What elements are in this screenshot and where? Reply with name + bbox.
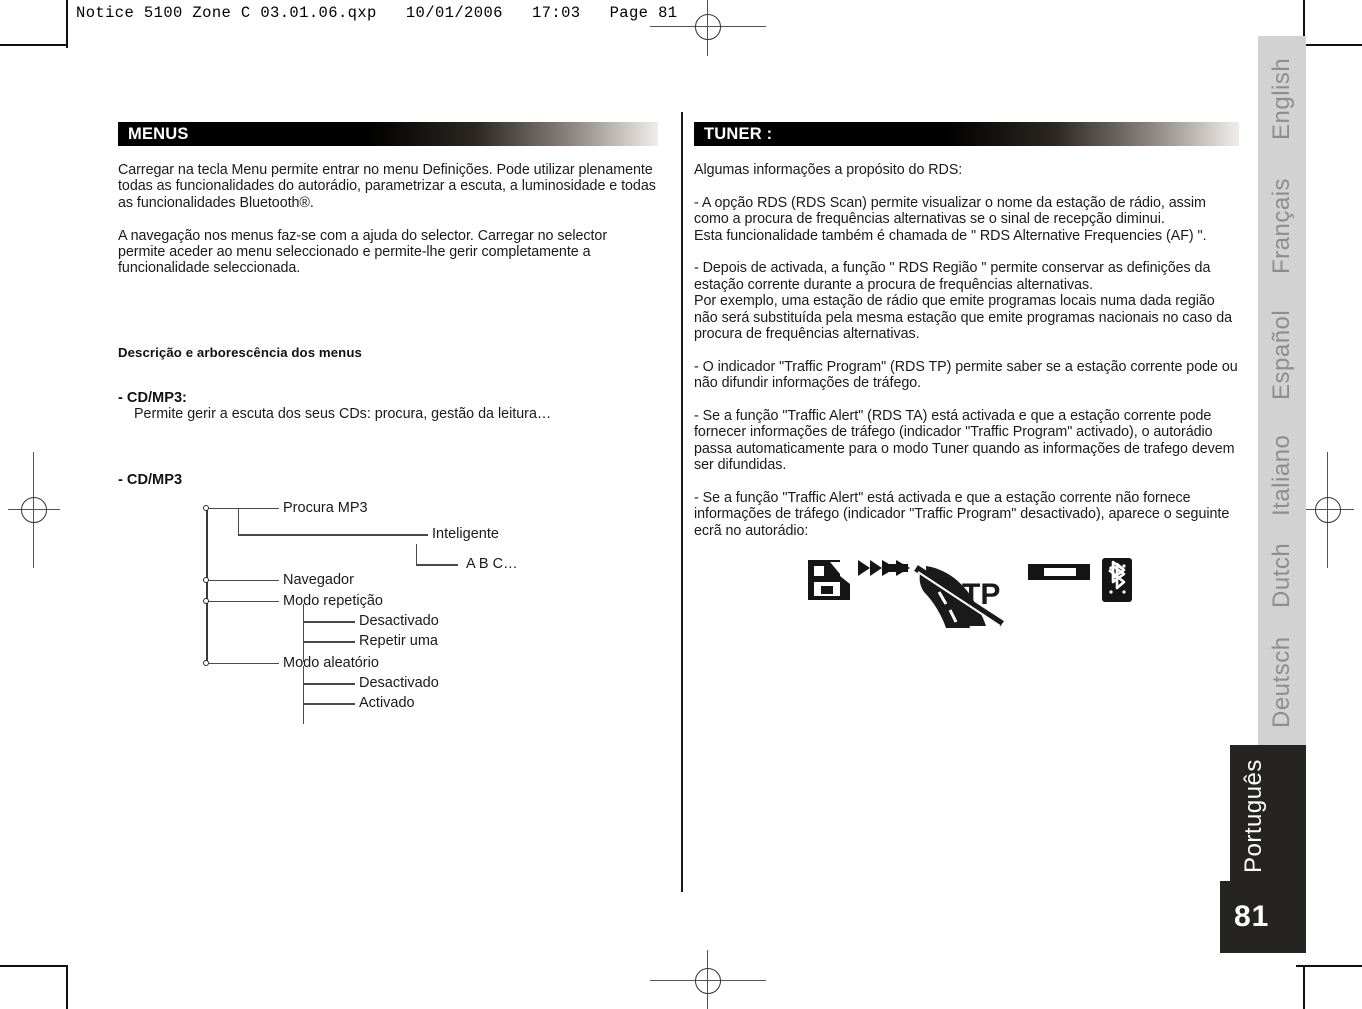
crop-mark-bottom-left-v [66,965,68,1009]
fast-forward-arrows-icon [858,560,910,576]
language-tab-espanol[interactable]: Español [1258,291,1306,419]
tp-label: TP [962,578,1000,611]
tuner-paragraph-3: - O indicador "Traffic Program" (RDS TP)… [694,358,1238,392]
language-tab-francais[interactable]: Français [1258,161,1306,291]
tree-label-repeticao-desactivado: Desactivado [359,613,439,630]
left-column: MENUS Carregar na tecla Menu permite ent… [118,122,658,725]
cdmp3-tree-heading: - CD/MP3 [118,472,183,489]
disc-folder-icon [808,560,850,600]
language-sidebar: English Français Español Italiano Dutch … [1230,36,1306,887]
tuner-paragraph-5: - Se a função "Traffic Alert" está activ… [694,490,1230,539]
tuner-paragraph-4: - Se a função "Traffic Alert" (RDS TA) e… [694,408,1235,474]
right-column: TUNER : Algumas informações a propósito … [694,122,1239,539]
tree-label-repetir-uma: Repetir uma [359,633,438,650]
registration-mark-left [8,452,60,568]
language-tab-deutsch[interactable]: Deutsch [1258,619,1306,745]
tree-label-inteligente: Inteligente [432,526,499,543]
tree-line-modo-aleatorio [209,662,279,665]
tree-label-modo-aleatorio: Modo aleatório [283,655,379,672]
language-tab-italiano[interactable]: Italiano [1258,419,1306,531]
language-tab-english[interactable]: English [1258,36,1306,161]
tuner-paragraph-1: - A opção RDS (RDS Scan) permite visuali… [694,194,1207,244]
tree-line-procura [209,507,279,510]
tree-label-abc: A B C… [466,556,518,573]
page-number-box: 81 [1220,881,1306,953]
column-divider [681,112,683,892]
tree-branch-abc-h [416,564,458,566]
menus-subheading: Descrição e arborescência dos menus [118,344,362,360]
tree-label-procura-mp3: Procura MP3 [283,500,368,517]
bluetooth-icon [1102,558,1132,602]
menus-section-title: MENUS [128,124,189,143]
menus-section-bar: MENUS [118,122,658,146]
cdmp3-item-heading: - CD/MP3: [118,389,187,406]
language-tab-portugues[interactable]: Português [1230,745,1306,887]
tree-branch-inteligente-h [238,534,428,536]
page-canvas: Notice 5100 Zone C 03.01.06.qxp 10/01/20… [0,0,1362,1009]
tree-label-activado: Activado [359,695,415,712]
registration-mark-bottom [650,950,766,1009]
tree-label-modo-repeticao: Modo repetição [283,593,383,610]
cdmp3-menu-tree: Procura MP3 Inteligente A B C… Navegador… [118,492,638,725]
tree-branch-aleatorio-child1-h [303,683,355,685]
tree-branch-aleatorio-child2-h [303,703,355,705]
lcd-display-illustration: TP [806,552,1136,634]
crop-mark-top-left-h [0,44,66,46]
tuner-intro: Algumas informações a propósito do RDS: [694,162,963,178]
tree-branch-abc-v [416,544,418,566]
tuner-section-title: TUNER : [704,124,773,143]
tree-label-aleatorio-desactivado: Desactivado [359,675,439,692]
tree-branch-inteligente-v [238,508,240,536]
tuner-section-bar: TUNER : [694,122,1239,146]
tree-spine [206,508,208,665]
tuner-paragraph-2: - Depois de activada, a função " RDS Reg… [694,260,1233,343]
registration-mark-right [1302,452,1354,568]
menus-paragraph-2: A navegação nos menus faz-se com a ajuda… [118,227,608,277]
page-number: 81 [1234,900,1270,933]
tree-branch-aleatorio-v [303,666,305,725]
crop-mark-bottom-right-v [1303,965,1305,1009]
traffic-program-crossed-out-icon: TP [914,565,1004,628]
crop-mark-top-left-v [66,0,68,48]
signal-bar-icon [1028,564,1090,580]
tree-line-modo-repeticao [209,600,279,603]
crop-mark-bottom-left-h [0,965,66,967]
tree-branch-repeticao-child2-h [303,641,355,643]
language-tab-dutch[interactable]: Dutch [1258,531,1306,619]
tree-branch-repeticao-child1-h [303,621,355,623]
tree-label-navegador: Navegador [283,572,354,589]
menus-paragraph-1: Carregar na tecla Menu permite entrar no… [118,162,656,211]
crop-mark-bottom-right-h [1296,965,1362,967]
slug-line: Notice 5100 Zone C 03.01.06.qxp 10/01/20… [76,4,678,22]
cdmp3-item-description: Permite gerir a escuta dos seus CDs: pro… [134,405,552,422]
tree-line-navegador [209,579,279,582]
tree-branch-repeticao-v [303,604,305,663]
